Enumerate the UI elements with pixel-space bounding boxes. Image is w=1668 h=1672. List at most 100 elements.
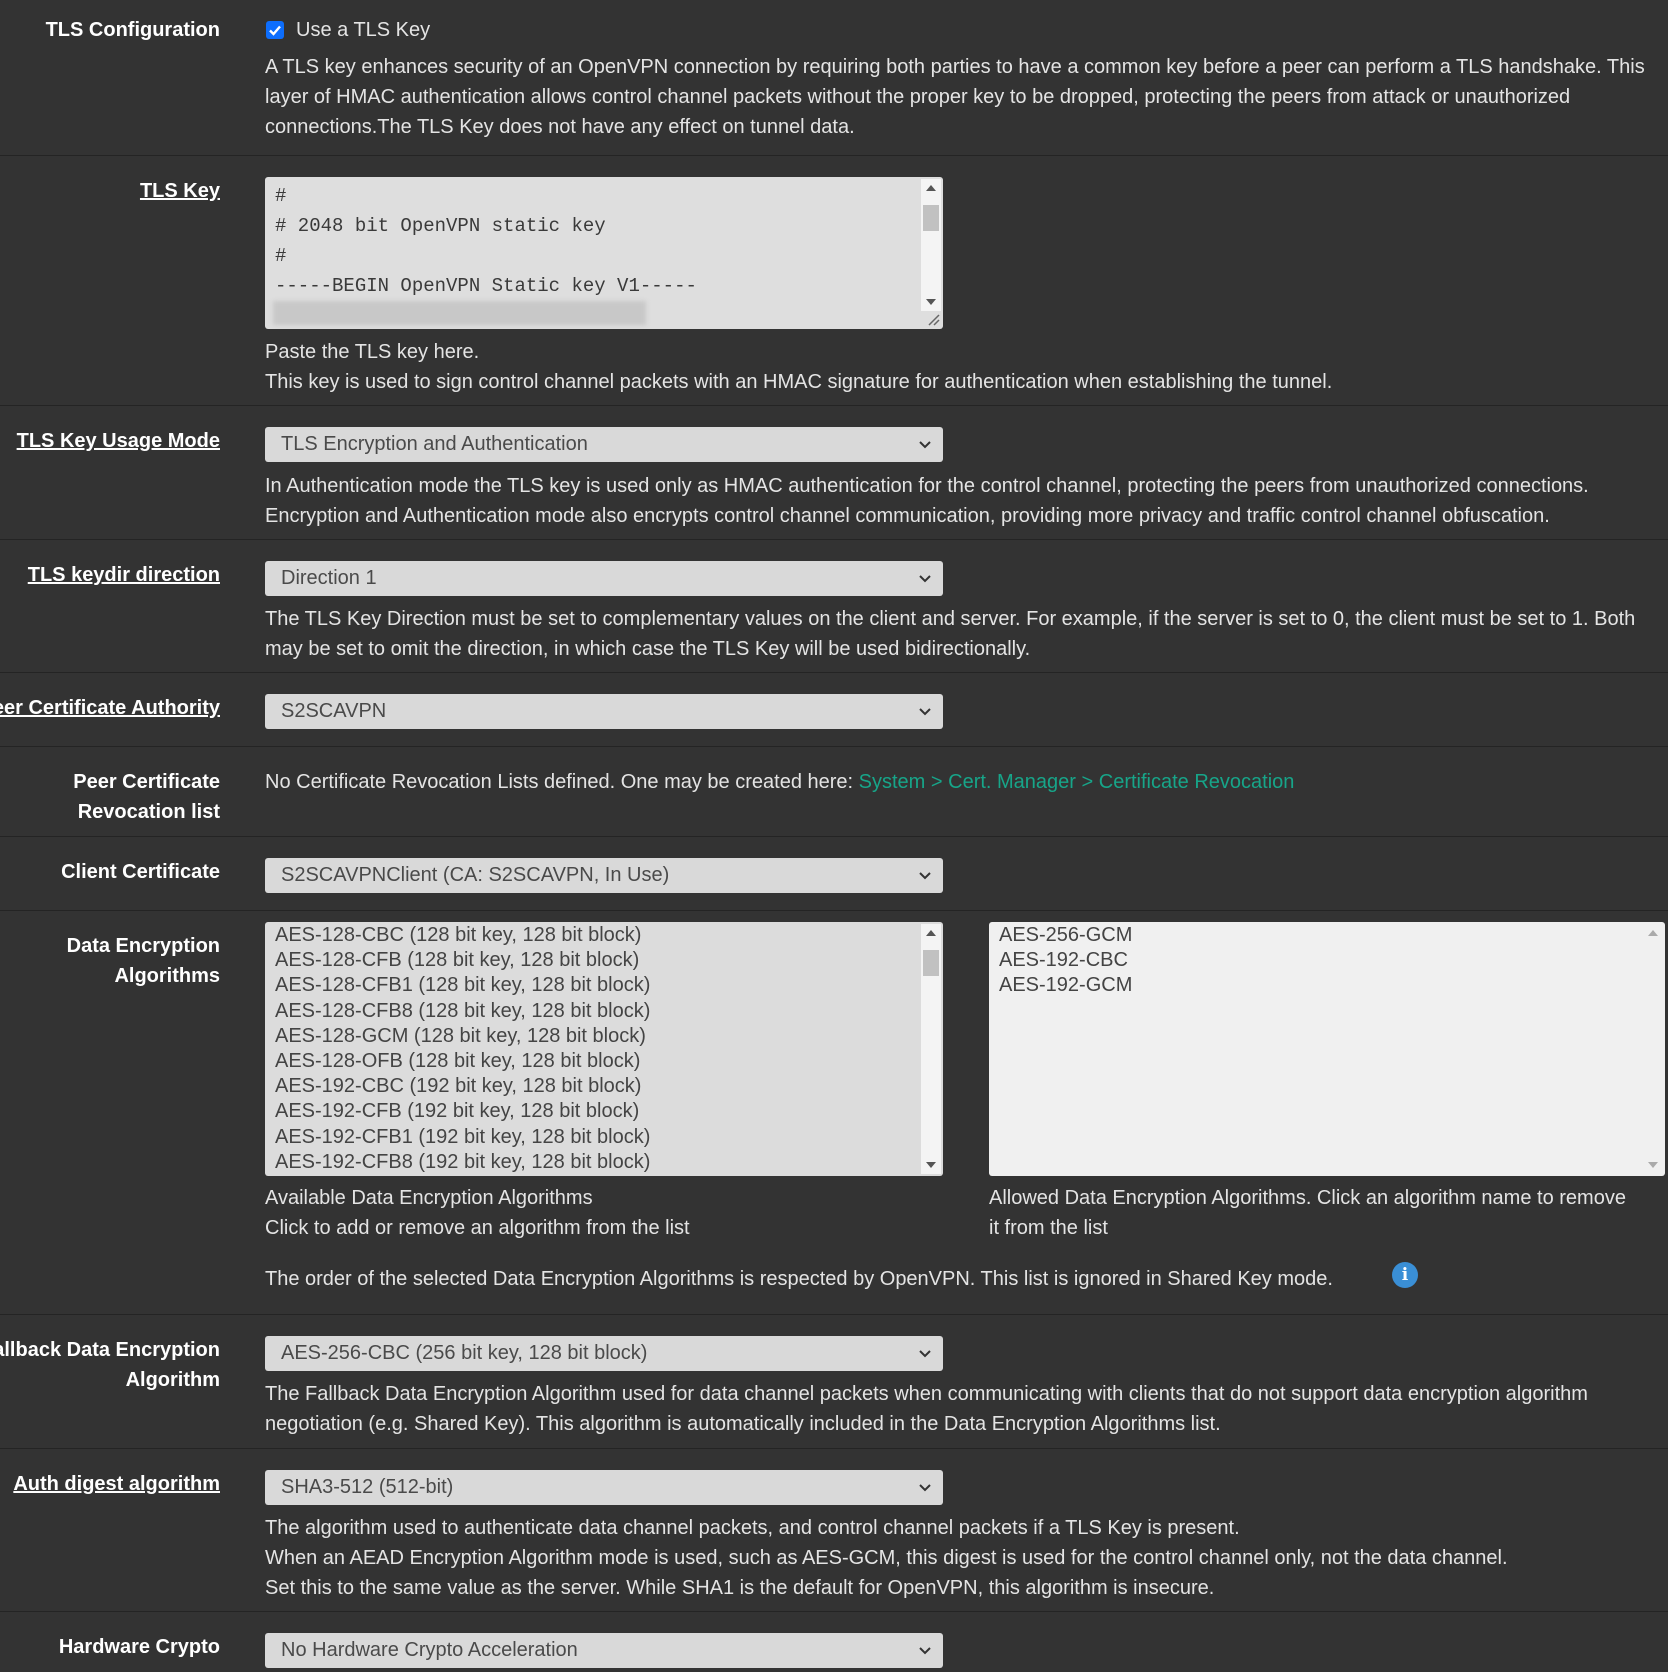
tls-key-line: # — [275, 185, 287, 207]
available-algorithms-help: Available Data Encryption Algorithms Cli… — [265, 1183, 690, 1243]
allowed-algorithms-help-2: it from the list — [989, 1217, 1108, 1239]
tls-key-usage-mode-help: In Authentication mode the TLS key is us… — [265, 475, 1589, 527]
chevron-down-icon — [919, 708, 931, 716]
row-tls-configuration: TLS Configuration Use a TLS Key A TLS ke… — [0, 0, 1668, 156]
fallback-label-line1: allback Data Encryption — [0, 1339, 220, 1361]
tls-key-line: -----BEGIN OpenVPN Static key V1----- — [275, 275, 697, 297]
available-algorithm-option[interactable]: AES-192-CFB8 (192 bit key, 128 bit block… — [275, 1150, 650, 1175]
tls-key-line: # — [275, 245, 287, 267]
scroll-down-icon[interactable] — [926, 299, 936, 305]
allowed-algorithm-option[interactable]: AES-256-GCM — [999, 923, 1132, 948]
chevron-down-icon — [919, 1350, 931, 1358]
available-algorithm-option[interactable]: AES-128-OFB (128 bit key, 128 bit block) — [275, 1049, 650, 1074]
auth-digest-algorithm-select[interactable]: SHA3-512 (512-bit) — [265, 1470, 943, 1505]
tls-keydir-direction-label[interactable]: TLS keydir direction — [0, 560, 220, 590]
tls-key-help-2: This key is used to sign control channel… — [265, 371, 1333, 393]
row-auth-digest-algorithm: Auth digest algorithm SHA3-512 (512-bit)… — [0, 1449, 1668, 1612]
row-client-certificate: Client Certificate S2SCAVPNClient (CA: S… — [0, 837, 1668, 911]
peer-crl-label-line1: Peer Certificate — [73, 771, 220, 793]
available-algorithm-option[interactable]: AES-128-GCM (128 bit key, 128 bit block) — [275, 1024, 650, 1049]
chevron-down-icon — [919, 441, 931, 449]
row-peer-crl: Peer Certificate Revocation list No Cert… — [0, 747, 1668, 837]
auth-digest-algorithm-label[interactable]: Auth digest algorithm — [0, 1469, 220, 1499]
allowed-algorithms-help: Allowed Data Encryption Algorithms. Clic… — [989, 1183, 1668, 1243]
hardware-crypto-select[interactable]: No Hardware Crypto Acceleration — [265, 1633, 943, 1668]
use-tls-key-checkbox[interactable] — [266, 21, 284, 39]
available-algorithms-listbox[interactable]: AES-128-CBC (128 bit key, 128 bit block)… — [265, 922, 943, 1176]
available-algorithms-help-1: Available Data Encryption Algorithms — [265, 1187, 593, 1209]
allowed-algorithms-help-1: Allowed Data Encryption Algorithms. Clic… — [989, 1187, 1626, 1209]
row-tls-key-usage-mode: TLS Key Usage Mode TLS Encryption and Au… — [0, 406, 1668, 540]
tls-key-textarea[interactable]: # # 2048 bit OpenVPN static key # -----B… — [265, 177, 943, 329]
tls-key-line: # 2048 bit OpenVPN static key — [275, 215, 606, 237]
row-fallback-data-encryption: allback Data Encryption Algorithm AES-25… — [0, 1315, 1668, 1449]
fallback-data-encryption-select[interactable]: AES-256-CBC (256 bit key, 128 bit block) — [265, 1336, 943, 1371]
available-algorithms-help-2: Click to add or remove an algorithm from… — [265, 1217, 690, 1239]
scroll-down-icon[interactable] — [926, 1162, 936, 1168]
auth-digest-help-1: The algorithm used to authenticate data … — [265, 1517, 1240, 1539]
row-hardware-crypto: Hardware Crypto No Hardware Crypto Accel… — [0, 1612, 1668, 1672]
tls-key-usage-mode-label[interactable]: TLS Key Usage Mode — [0, 426, 220, 456]
auth-digest-algorithm-value: SHA3-512 (512-bit) — [281, 1476, 454, 1498]
available-algorithm-option[interactable]: AES-128-CFB8 (128 bit key, 128 bit block… — [275, 999, 650, 1024]
client-certificate-select[interactable]: S2SCAVPNClient (CA: S2SCAVPN, In Use) — [265, 858, 943, 893]
allowed-algorithms-scrollbar[interactable] — [1643, 924, 1663, 1174]
tls-keydir-direction-help: The TLS Key Direction must be set to com… — [265, 608, 1636, 660]
tls-key-help-1: Paste the TLS key here. — [265, 341, 480, 363]
available-algorithm-option[interactable]: AES-128-CBC (128 bit key, 128 bit block) — [275, 923, 650, 948]
hardware-crypto-label: Hardware Crypto — [58, 1636, 220, 1658]
peer-certificate-authority-value: S2SCAVPN — [281, 700, 387, 722]
row-tls-keydir-direction: TLS keydir direction Direction 1 The TLS… — [0, 540, 1668, 673]
chevron-down-icon — [919, 1647, 931, 1655]
use-tls-key-label[interactable]: Use a TLS Key — [296, 15, 430, 45]
hardware-crypto-value: No Hardware Crypto Acceleration — [281, 1639, 578, 1661]
tls-key-usage-mode-value: TLS Encryption and Authentication — [281, 433, 588, 455]
tls-keydir-direction-select[interactable]: Direction 1 — [265, 561, 943, 596]
scroll-down-icon[interactable] — [1648, 1162, 1658, 1168]
checkmark-icon — [269, 25, 281, 36]
fallback-data-encryption-help: The Fallback Data Encryption Algorithm u… — [265, 1383, 1588, 1435]
available-algorithm-option[interactable]: AES-128-CFB1 (128 bit key, 128 bit block… — [275, 973, 650, 998]
available-algorithm-option[interactable]: AES-192-CFB1 (192 bit key, 128 bit block… — [275, 1125, 650, 1150]
scroll-up-icon[interactable] — [1648, 930, 1658, 936]
available-algorithms-scrollbar[interactable] — [921, 924, 941, 1174]
client-certificate-value: S2SCAVPNClient (CA: S2SCAVPN, In Use) — [281, 864, 670, 886]
data-encryption-label-line1: Data Encryption — [66, 935, 220, 957]
auth-digest-help-3: Set this to the same value as the server… — [265, 1577, 1215, 1599]
tls-configuration-label: TLS Configuration — [45, 19, 220, 41]
data-encryption-label-line2: Algorithms — [114, 965, 220, 987]
peer-certificate-authority-label[interactable]: eer Certificate Authority — [0, 693, 220, 723]
row-peer-certificate-authority: eer Certificate Authority S2SCAVPN — [0, 673, 1668, 747]
tls-key-scrollbar[interactable] — [921, 179, 941, 311]
allowed-algorithms-listbox[interactable]: AES-256-GCM AES-192-CBC AES-192-GCM — [989, 922, 1665, 1176]
info-icon[interactable]: i — [1392, 1262, 1418, 1288]
tls-key-lines: # # 2048 bit OpenVPN static key # -----B… — [275, 181, 697, 301]
tls-key-usage-mode-select[interactable]: TLS Encryption and Authentication — [265, 427, 943, 462]
allowed-algorithm-option[interactable]: AES-192-GCM — [999, 973, 1132, 998]
peer-crl-text: No Certificate Revocation Lists defined.… — [265, 767, 1660, 797]
available-algorithm-option[interactable]: AES-192-CFB (192 bit key, 128 bit block) — [275, 1099, 650, 1124]
certificate-revocation-link[interactable]: System > Cert. Manager > Certificate Rev… — [859, 771, 1295, 793]
scroll-up-icon[interactable] — [926, 185, 936, 191]
resize-handle-icon[interactable] — [926, 312, 940, 326]
redacted-key-bar — [273, 301, 646, 325]
available-algorithm-option[interactable]: AES-192-CBC (192 bit key, 128 bit block) — [275, 1074, 650, 1099]
fallback-label-line2: Algorithm — [125, 1369, 220, 1391]
scroll-thumb[interactable] — [923, 205, 939, 231]
peer-crl-label: Peer Certificate Revocation list — [0, 767, 220, 827]
allowed-algorithms-options: AES-256-GCM AES-192-CBC AES-192-GCM — [999, 923, 1132, 999]
scroll-thumb[interactable] — [923, 950, 939, 976]
data-encryption-algorithms-label: Data Encryption Algorithms — [0, 931, 220, 991]
tls-keydir-direction-value: Direction 1 — [281, 567, 377, 589]
available-algorithm-option[interactable]: AES-128-CFB (128 bit key, 128 bit block) — [275, 948, 650, 973]
fallback-data-encryption-label: allback Data Encryption Algorithm — [0, 1335, 220, 1395]
peer-certificate-authority-select[interactable]: S2SCAVPN — [265, 694, 943, 729]
chevron-down-icon — [919, 872, 931, 880]
allowed-algorithm-option[interactable]: AES-192-CBC — [999, 948, 1132, 973]
tls-configuration-help: A TLS key enhances security of an OpenVP… — [265, 56, 1645, 138]
auth-digest-help-2: When an AEAD Encryption Algorithm mode i… — [265, 1547, 1508, 1569]
scroll-up-icon[interactable] — [926, 930, 936, 936]
client-certificate-label: Client Certificate — [61, 861, 220, 883]
auth-digest-help: The algorithm used to authenticate data … — [265, 1513, 1660, 1603]
tls-key-label[interactable]: TLS Key — [0, 176, 220, 206]
